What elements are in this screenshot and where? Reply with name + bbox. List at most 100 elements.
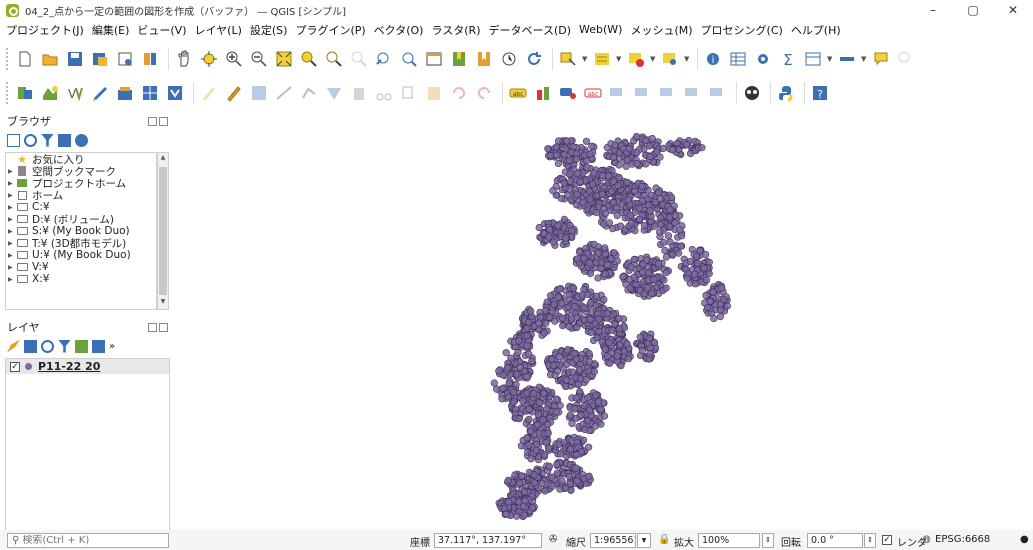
new-virtual-layer-icon[interactable] [164,82,186,104]
open-table-icon[interactable] [802,48,824,70]
float-panel-button[interactable] [148,322,157,332]
highlight-labels-icon[interactable]: abc [582,82,604,104]
close-panel-button[interactable] [159,116,168,126]
zoom-layer-icon[interactable] [323,48,345,70]
map-canvas[interactable] [176,112,1033,528]
tree-item-drive-x[interactable]: ▶ X:¥ [6,273,156,285]
layer-diagram-icon[interactable] [532,82,554,104]
map-tips-icon[interactable] [870,48,892,70]
tree-item-drive-d[interactable]: ▶ D:¥ (ボリューム) [6,213,156,226]
new-geopackage-icon[interactable] [114,82,136,104]
paste-features-icon[interactable] [423,82,445,104]
temporal-control-icon[interactable] [498,48,520,70]
value-dropdown-icon[interactable]: ▼ [616,55,622,63]
menu-view[interactable]: ビュー(V) [137,22,186,38]
map-points-layer[interactable] [176,112,1033,528]
save-project-icon[interactable] [64,48,86,70]
add-line-icon[interactable] [273,82,295,104]
measure-dropdown-icon[interactable]: ▼ [861,55,867,63]
render-checkbox[interactable]: ✓ [882,535,892,545]
expand-all-icon[interactable] [92,339,105,353]
vertex-tool-icon[interactable] [298,82,320,104]
float-panel-button[interactable] [148,116,157,126]
pin-labels-icon[interactable] [557,82,579,104]
menu-help[interactable]: ヘルプ(H) [791,22,841,38]
scale-dropdown-icon[interactable]: ▾ [637,533,651,548]
deselect-icon[interactable] [625,48,647,70]
coordinate-field[interactable]: 37.117°, 137.197° [434,533,542,548]
menu-mesh[interactable]: メッシュ(M) [630,22,692,38]
zoom-selection-icon[interactable] [298,48,320,70]
locator-search[interactable]: ⚲ [7,533,169,548]
zoom-out-icon[interactable] [248,48,270,70]
zoom-full-icon[interactable] [273,48,295,70]
select-dropdown-icon[interactable]: ▼ [582,55,588,63]
scroll-up-icon[interactable]: ▲ [159,154,167,164]
save-edits-icon[interactable] [248,82,270,104]
show-hide-labels-icon[interactable] [682,82,704,104]
close-panel-button[interactable] [159,322,168,332]
toolbar-grip[interactable] [6,82,10,104]
tree-item-home[interactable]: ▶ ホーム [6,189,156,202]
pan-map-icon[interactable] [173,48,195,70]
help-plugin-icon[interactable]: ? [809,82,831,104]
measure-icon[interactable] [836,48,858,70]
copy-features-icon[interactable] [398,82,420,104]
change-label-icon[interactable] [657,82,679,104]
menu-web[interactable]: Web(W) [579,23,622,36]
new-map-view-icon[interactable] [423,48,445,70]
layer-visibility-checkbox[interactable]: ✓ [10,361,20,372]
locator-icon[interactable] [895,48,917,70]
add-delimited-text-icon[interactable]: V [64,82,86,104]
toggle-editing-icon[interactable] [223,82,245,104]
scroll-thumb[interactable] [159,167,167,295]
scale-field[interactable]: 1:965561 [590,533,636,548]
zoom-in-icon[interactable] [223,48,245,70]
save-as-icon[interactable] [89,48,111,70]
select-by-value-icon[interactable] [591,48,613,70]
select-features-icon[interactable] [557,48,579,70]
identify-icon[interactable]: i [702,48,724,70]
menu-edit[interactable]: 編集(E) [92,22,130,38]
refresh-icon[interactable] [523,48,545,70]
rotate-label-icon[interactable] [632,82,654,104]
layer-row[interactable]: ✓ P11-22 20 [6,359,169,374]
add-vector-layer-icon[interactable] [39,82,61,104]
magnifier-field[interactable]: 100% [698,533,760,548]
menu-raster[interactable]: ラスタ(R) [431,22,480,38]
python-console-icon[interactable] [775,82,797,104]
layout-manager-icon[interactable] [139,48,161,70]
deselect-dropdown-icon[interactable]: ▼ [650,55,656,63]
new-project-icon[interactable] [14,48,36,70]
zoom-next-icon[interactable] [398,48,420,70]
redo-icon[interactable] [473,82,495,104]
tree-item-drive-v[interactable]: ▶ V:¥ [6,261,156,273]
menu-layer[interactable]: レイヤ(L) [194,22,241,38]
data-source-manager-icon[interactable] [14,82,36,104]
select-location-icon[interactable] [659,48,681,70]
cut-features-icon[interactable] [373,82,395,104]
filter-expression-icon[interactable] [75,339,88,353]
print-layout-icon[interactable] [114,48,136,70]
attribute-table-icon[interactable] [727,48,749,70]
label-toolbar-icon[interactable]: abc [507,82,529,104]
digitize-pencil-icon[interactable] [198,82,220,104]
manage-map-themes-icon[interactable] [41,339,54,353]
filter-icon[interactable] [41,133,54,147]
messages-icon[interactable]: ● [1020,534,1029,545]
add-selected-layers-icon[interactable] [7,133,20,147]
search-input[interactable] [22,535,153,546]
menu-project[interactable]: プロジェクト(J) [6,22,84,38]
delete-selected-icon[interactable] [348,82,370,104]
move-label-icon[interactable] [607,82,629,104]
modify-attributes-icon[interactable] [323,82,345,104]
location-dropdown-icon[interactable]: ▼ [684,55,690,63]
add-group-icon[interactable] [24,339,37,353]
refresh-icon[interactable] [24,133,37,147]
statistics-icon[interactable]: Σ [777,48,799,70]
minimize-button[interactable]: – [913,0,953,20]
extents-toggle-icon[interactable]: ✇ [549,534,557,545]
rotation-field[interactable]: 0.0 ° [807,533,863,548]
magnifier-stepper[interactable]: ⇕ [762,533,774,548]
properties-icon[interactable] [75,133,88,147]
